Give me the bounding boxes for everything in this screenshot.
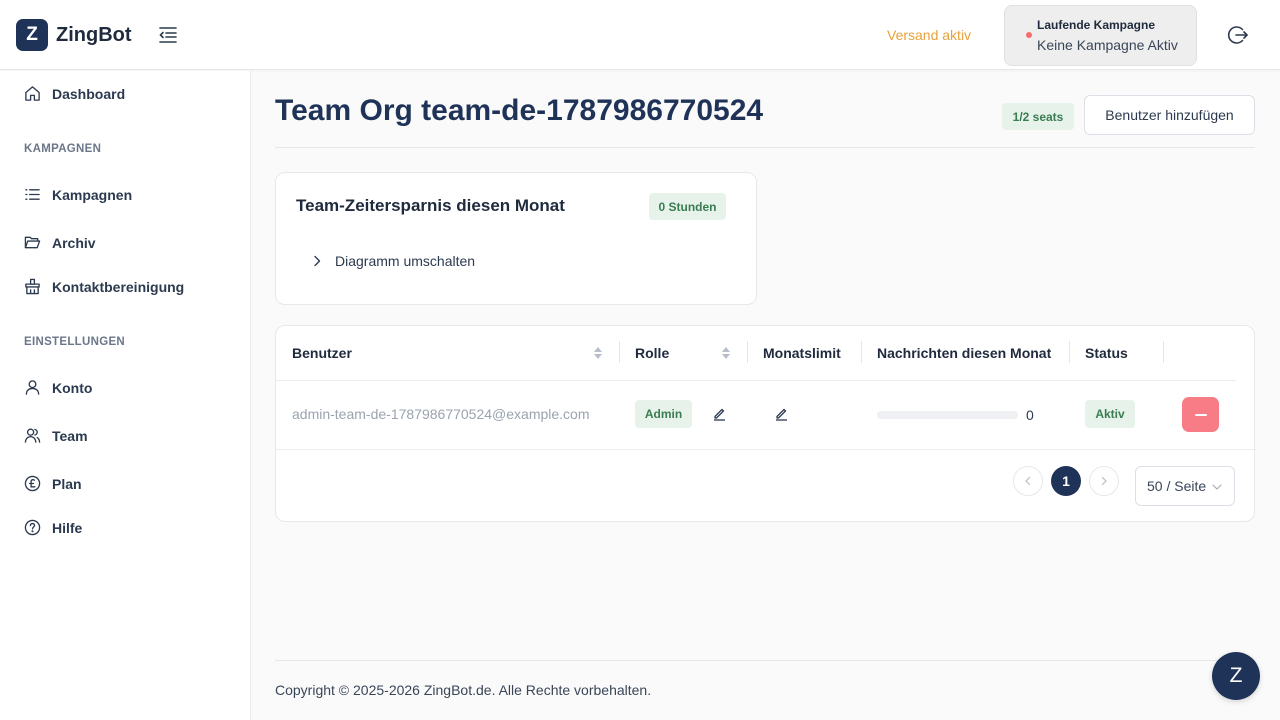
seats-badge: 1/2 seats [1002,103,1074,130]
status-dot-icon [1026,32,1032,38]
role-badge: Admin [635,400,692,428]
footer-copyright: Copyright © 2025-2026 ZingBot.de. Alle R… [275,682,652,698]
users-table: Benutzer Rolle Monatslimit Nachrichten d… [275,325,1256,522]
sidebar-item-label: Archiv [52,234,96,251]
sort-icon[interactable] [721,345,731,361]
home-icon [25,86,40,101]
sidebar-item-team[interactable]: Team [24,427,88,444]
sidebar-item-label: Plan [52,475,82,492]
hours-badge: 0 Stunden [649,193,726,220]
footer-divider [275,660,1255,661]
column-divider [619,341,620,363]
header-divider [276,380,1236,381]
user-email: admin-team-de-1787986770524@example.com [292,406,590,422]
column-header-messages: Nachrichten diesen Monat [877,345,1052,361]
running-campaign-indicator[interactable]: Laufende Kampagne Keine Kampagne Aktiv [1004,5,1197,66]
folder-open-icon [24,236,41,249]
chevron-down-icon [1212,484,1222,490]
column-divider [747,341,748,363]
campaign-value: Keine Kampagne Aktiv [1037,37,1178,53]
messages-count: 0 [1026,407,1034,423]
column-header-status: Status [1085,345,1128,361]
app-name: ZingBot [56,23,132,46]
sidebar-item-label: Kontaktbereinigung [52,278,185,295]
prev-page-button[interactable] [1013,466,1043,496]
row-divider [276,449,1256,450]
sidebar-item-label: Team [52,427,88,444]
sidebar-item-help[interactable]: Hilfe [24,519,82,536]
column-header-user[interactable]: Benutzer [292,345,352,361]
sidebar-item-campaigns[interactable]: Kampagnen [24,186,132,203]
sidebar-item-label: Konto [52,379,93,396]
menu-fold-icon[interactable] [158,25,178,45]
sidebar-item-label: Hilfe [52,519,83,536]
column-divider [1163,341,1164,363]
logo-mark: Z [16,19,48,51]
sidebar: Dashboard KAMPAGNEN Kampagnen Archiv Kon… [0,71,251,720]
sidebar-item-dashboard[interactable]: Dashboard [24,85,125,102]
edit-role-icon[interactable] [712,406,727,421]
user-icon [25,380,40,395]
savings-title: Team-Zeitersparnis diesen Monat [296,196,565,215]
campaign-title: Laufende Kampagne [1037,18,1156,32]
section-label-settings: EINSTELLUNGEN [24,336,126,348]
messages-progress-bar [877,411,1018,419]
remove-user-button[interactable] [1182,397,1219,432]
shipping-status: Versand aktiv [887,27,972,43]
column-header-monthly-limit: Monatslimit [763,345,841,361]
edit-limit-icon[interactable] [774,406,789,421]
chevron-left-icon [1025,476,1031,486]
logout-icon[interactable] [1226,23,1250,47]
page-title: Team Org team-de-1787986770524 [275,94,764,127]
page-size-value: 50 / Seite [1147,478,1207,494]
status-badge: Aktiv [1085,400,1135,428]
section-label-campaigns: KAMPAGNEN [24,143,102,155]
pound-circle-icon [24,475,41,492]
cleanup-icon [25,278,40,295]
page-number-button[interactable]: 1 [1051,466,1081,496]
chevron-right-icon [1101,476,1107,486]
team-savings-card: Team-Zeitersparnis diesen Monat 0 Stunde… [275,172,757,305]
sort-icon[interactable] [593,345,603,361]
list-icon [25,189,40,200]
app-logo[interactable]: Z ZingBot [16,19,132,51]
next-page-button[interactable] [1089,466,1119,496]
help-circle-icon [24,519,41,536]
toggle-chart-label: Diagramm umschalten [335,253,476,269]
chevron-right-icon [314,255,321,267]
add-user-button[interactable]: Benutzer hinzufügen [1084,95,1255,135]
minus-icon [1194,413,1207,416]
chat-widget-button[interactable]: Z [1212,652,1260,700]
sidebar-item-plan[interactable]: Plan [24,475,82,492]
sidebar-item-contact-cleanup[interactable]: Kontaktbereinigung [24,278,184,295]
sidebar-item-account[interactable]: Konto [24,379,92,396]
column-header-role[interactable]: Rolle [635,345,669,361]
page-size-select[interactable]: 50 / Seite [1135,466,1235,506]
toggle-chart-button[interactable]: Diagramm umschalten [312,253,475,269]
top-header: Z ZingBot Versand aktiv Laufende Kampagn… [0,0,1280,70]
team-icon [24,428,41,443]
column-divider [861,341,862,363]
divider [275,147,1255,148]
sidebar-item-label: Dashboard [52,85,126,102]
column-divider [1069,341,1070,363]
sidebar-item-archive[interactable]: Archiv [24,234,96,251]
sidebar-item-label: Kampagnen [52,186,133,203]
